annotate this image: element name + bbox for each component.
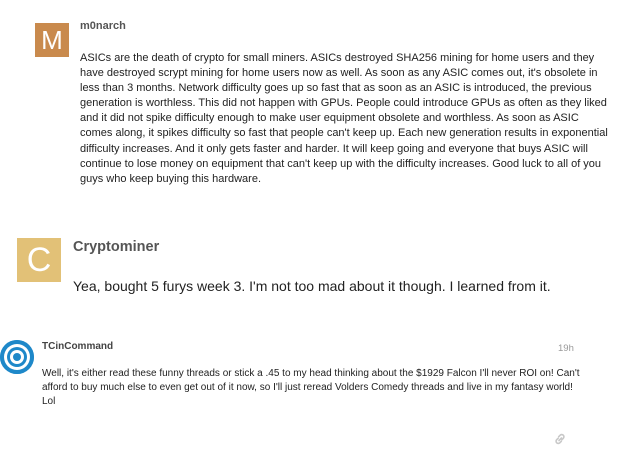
username[interactable]: m0narch bbox=[80, 20, 126, 32]
comment-thread: M m0narch ASICs are the death of crypto … bbox=[0, 0, 620, 456]
avatar-letter: M bbox=[41, 24, 63, 55]
avatar[interactable] bbox=[0, 340, 34, 374]
username[interactable]: Cryptominer bbox=[73, 239, 159, 255]
link-icon[interactable] bbox=[553, 432, 567, 446]
timestamp[interactable]: 19h bbox=[558, 343, 574, 354]
comment-body: ASICs are the death of crypto for small … bbox=[80, 52, 608, 185]
avatar-letter: C bbox=[26, 240, 52, 279]
comment-body: Well, it's either read these funny threa… bbox=[42, 368, 580, 407]
username[interactable]: TCinCommand bbox=[42, 341, 113, 352]
comment-body: Yea, bought 5 furys week 3. I'm not too … bbox=[73, 278, 551, 294]
target-avatar-icon bbox=[0, 340, 34, 374]
avatar[interactable]: C bbox=[17, 238, 61, 282]
avatar[interactable]: M bbox=[35, 23, 69, 57]
